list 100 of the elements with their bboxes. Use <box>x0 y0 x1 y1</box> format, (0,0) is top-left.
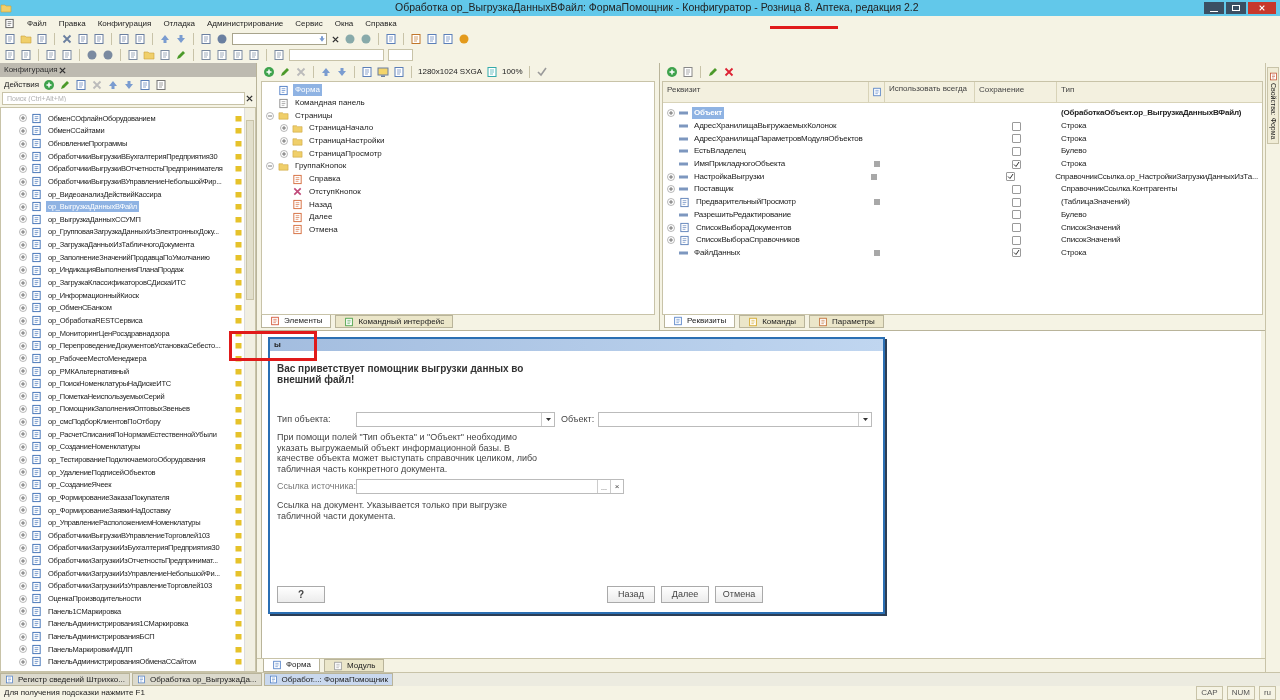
font-field[interactable] <box>289 49 384 61</box>
tab[interactable]: Элементы <box>261 315 332 328</box>
expand-icon[interactable] <box>19 480 27 489</box>
expand-icon[interactable] <box>19 632 27 641</box>
expand-icon[interactable] <box>19 126 27 135</box>
expand-icon[interactable] <box>19 468 27 477</box>
attribute-name[interactable]: ПредварительныйПросмотр <box>694 196 798 209</box>
expand-icon[interactable] <box>19 430 27 439</box>
move-down-icon[interactable] <box>123 78 136 91</box>
menu-item[interactable]: Конфигурация <box>97 17 152 30</box>
dropdown-arrow-icon[interactable] <box>545 418 551 421</box>
menu-item[interactable]: Отладка <box>163 17 195 30</box>
menu-item[interactable]: Окна <box>334 17 354 30</box>
expand-icon[interactable] <box>667 185 675 194</box>
expand-icon[interactable] <box>19 506 27 515</box>
search-field[interactable] <box>232 33 327 45</box>
tree-item[interactable]: СтраницаПросмотр <box>307 147 384 160</box>
collapse-icon[interactable] <box>266 162 274 171</box>
column-header[interactable]: Использовать всегда <box>885 82 975 102</box>
attribute-name[interactable]: ИмяПрикладногоОбъекта <box>692 158 788 171</box>
tree-item[interactable]: СтраницаНастройки <box>307 135 387 148</box>
dropdown-arrow-icon[interactable] <box>862 418 868 421</box>
expand-icon[interactable] <box>19 228 27 237</box>
expand-icon[interactable] <box>19 594 27 603</box>
zoom-dropdown[interactable]: 100% <box>502 66 523 78</box>
edit-icon[interactable] <box>279 66 291 78</box>
expand-icon[interactable] <box>19 379 27 388</box>
expand-icon[interactable] <box>19 367 27 376</box>
tree-item[interactable]: Далее <box>307 211 335 224</box>
window-tab[interactable]: Обработка ор_ВыгрузкаДа... <box>131 673 262 686</box>
clear-button[interactable]: × <box>610 480 623 493</box>
tree-item[interactable]: Отмена <box>307 223 340 236</box>
close-button[interactable] <box>1248 2 1276 14</box>
menu-item[interactable]: Правка <box>58 17 86 30</box>
expand-icon[interactable] <box>19 164 27 173</box>
restore-button[interactable] <box>1226 2 1246 14</box>
attribute-name[interactable]: АдресХранилищаПараметровМодуляОбъектов <box>692 132 865 145</box>
expand-icon[interactable] <box>19 177 27 186</box>
expand-icon[interactable] <box>19 354 27 363</box>
expand-icon[interactable] <box>19 329 27 338</box>
column-header[interactable]: Сохранение <box>975 82 1057 102</box>
move-up-icon[interactable] <box>320 66 332 78</box>
expand-icon[interactable] <box>19 442 27 451</box>
actions-menu[interactable]: Действия <box>4 78 40 91</box>
monitor-icon[interactable] <box>377 66 389 78</box>
checkbox[interactable] <box>1011 146 1021 156</box>
help-button[interactable]: ? <box>277 586 325 603</box>
expand-icon[interactable] <box>667 109 675 118</box>
expand-icon[interactable] <box>19 582 27 590</box>
form-button[interactable]: Назад <box>607 586 655 603</box>
expand-icon[interactable] <box>19 493 27 502</box>
use-always-mark[interactable] <box>874 249 880 256</box>
expand-icon[interactable] <box>19 202 27 211</box>
expand-icon[interactable] <box>19 316 27 325</box>
clear-icon[interactable] <box>331 34 340 44</box>
expand-icon[interactable] <box>667 198 675 207</box>
checkbox[interactable] <box>1011 223 1021 233</box>
expand-icon[interactable] <box>19 417 27 426</box>
tab[interactable]: Форма <box>263 659 320 672</box>
tree-item[interactable]: СтраницаНачало <box>307 122 376 135</box>
checkbox[interactable] <box>1011 121 1021 131</box>
attribute-name[interactable]: ЕстьВладелец <box>692 145 748 158</box>
tree-item[interactable]: Страницы <box>293 109 335 122</box>
scrollbar[interactable] <box>244 108 255 671</box>
tab[interactable]: Реквизиты <box>664 315 736 328</box>
checkbox[interactable] <box>1011 159 1021 169</box>
tree-item[interactable]: ГруппаКнопок <box>293 160 349 173</box>
tab[interactable]: Модуль <box>323 659 385 672</box>
expand-icon[interactable] <box>19 253 27 262</box>
attribute-name[interactable]: СписокВыбораСправочников <box>694 234 802 247</box>
expand-icon[interactable] <box>19 278 27 287</box>
add-attribute-icon[interactable] <box>666 66 678 78</box>
tab[interactable]: Команды <box>739 315 806 328</box>
column-header[interactable]: Реквизит <box>663 82 869 102</box>
menu-icon[interactable] <box>4 18 15 29</box>
attribute-name[interactable]: РазрешитьРедактирование <box>692 208 794 221</box>
window-tab[interactable]: Обработ...: ФормаПомощник <box>263 673 393 686</box>
expand-icon[interactable] <box>19 341 27 350</box>
expand-icon[interactable] <box>280 149 288 158</box>
expand-icon[interactable] <box>19 569 27 578</box>
expand-icon[interactable] <box>19 619 27 628</box>
checkbox[interactable] <box>1011 197 1021 207</box>
menu-item[interactable]: Файл <box>27 17 47 30</box>
menu-item[interactable]: Справка <box>365 17 397 30</box>
expand-icon[interactable] <box>19 556 27 565</box>
use-always-mark[interactable] <box>874 199 880 206</box>
use-always-mark[interactable] <box>874 161 880 168</box>
attribute-name[interactable]: ФайлДанных <box>692 246 743 259</box>
use-always-mark[interactable] <box>870 173 877 180</box>
expand-icon[interactable] <box>19 139 27 148</box>
expand-icon[interactable] <box>19 240 27 249</box>
column-header[interactable]: Тип <box>1057 82 1262 102</box>
tab[interactable]: Параметры <box>809 315 884 328</box>
expand-icon[interactable] <box>19 405 27 414</box>
attribute-name[interactable]: АдресХранилищаВыгружаемыхКолонок <box>692 120 839 133</box>
font-size-field[interactable] <box>388 49 413 61</box>
attribute-name[interactable]: СписокВыбораДокументов <box>694 221 794 234</box>
add-icon[interactable] <box>263 66 275 78</box>
resolution-dropdown[interactable]: 1280x1024 SXGA <box>418 66 483 78</box>
expand-icon[interactable] <box>19 392 27 401</box>
